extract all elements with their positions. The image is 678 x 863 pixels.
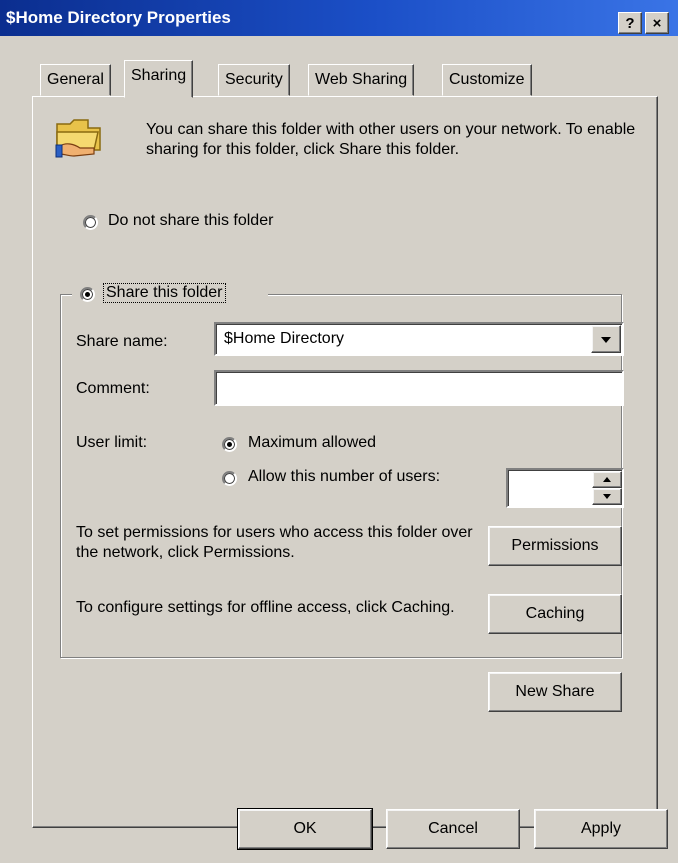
caching-button[interactable]: Caching [488,594,622,634]
tab-web-sharing[interactable]: Web Sharing [308,64,415,96]
share-name-combo[interactable]: $Home Directory [214,322,624,356]
comment-label: Comment: [76,380,150,397]
do-not-share-radio[interactable] [83,215,98,230]
share-name-value: $Home Directory [224,330,345,347]
sharing-description: You can share this folder with other use… [146,121,636,158]
shared-folder-icon [55,119,101,158]
caching-text: To configure settings for offline access… [76,599,455,616]
user-limit-label: User limit: [76,434,148,451]
users-spin-down[interactable] [592,488,622,505]
tab-sharing[interactable]: Sharing [124,60,194,98]
title-bar: $Home Directory Properties ? × [0,0,678,36]
dialog-body: General Sharing Security Web Sharing Cus… [0,36,678,863]
close-button[interactable]: × [645,12,669,34]
users-spin-up[interactable] [592,471,622,488]
help-button[interactable]: ? [618,12,642,34]
cancel-button[interactable]: Cancel [386,809,520,849]
arrow-up-icon [603,477,611,482]
permissions-button[interactable]: Permissions [488,526,622,566]
share-name-dropdown-button[interactable] [591,325,621,353]
share-radio-dot [85,292,90,297]
apply-button[interactable]: Apply [534,809,668,849]
max-allowed-label[interactable]: Maximum allowed [248,434,376,452]
max-allowed-radio[interactable] [222,437,237,452]
do-not-share-label[interactable]: Do not share this folder [108,212,273,230]
share-label[interactable]: Share this folder [103,283,226,303]
chevron-down-icon [601,337,611,343]
permissions-text: To set permissions for users who access … [76,524,473,561]
allow-number-radio[interactable] [222,471,237,486]
new-share-button[interactable]: New Share [488,672,622,712]
tab-customize[interactable]: Customize [442,64,532,96]
ok-button[interactable]: OK [237,808,373,850]
share-radio[interactable] [80,287,95,302]
allow-number-label[interactable]: Allow this number of users: [248,468,440,486]
users-spinner[interactable] [506,468,624,508]
window-title: $Home Directory Properties [6,8,231,27]
share-name-label: Share name: [76,333,168,350]
comment-input[interactable] [214,370,624,406]
tab-security[interactable]: Security [218,64,290,96]
tab-general[interactable]: General [40,64,111,96]
arrow-down-icon [603,494,611,499]
max-allowed-radio-dot [227,442,232,447]
